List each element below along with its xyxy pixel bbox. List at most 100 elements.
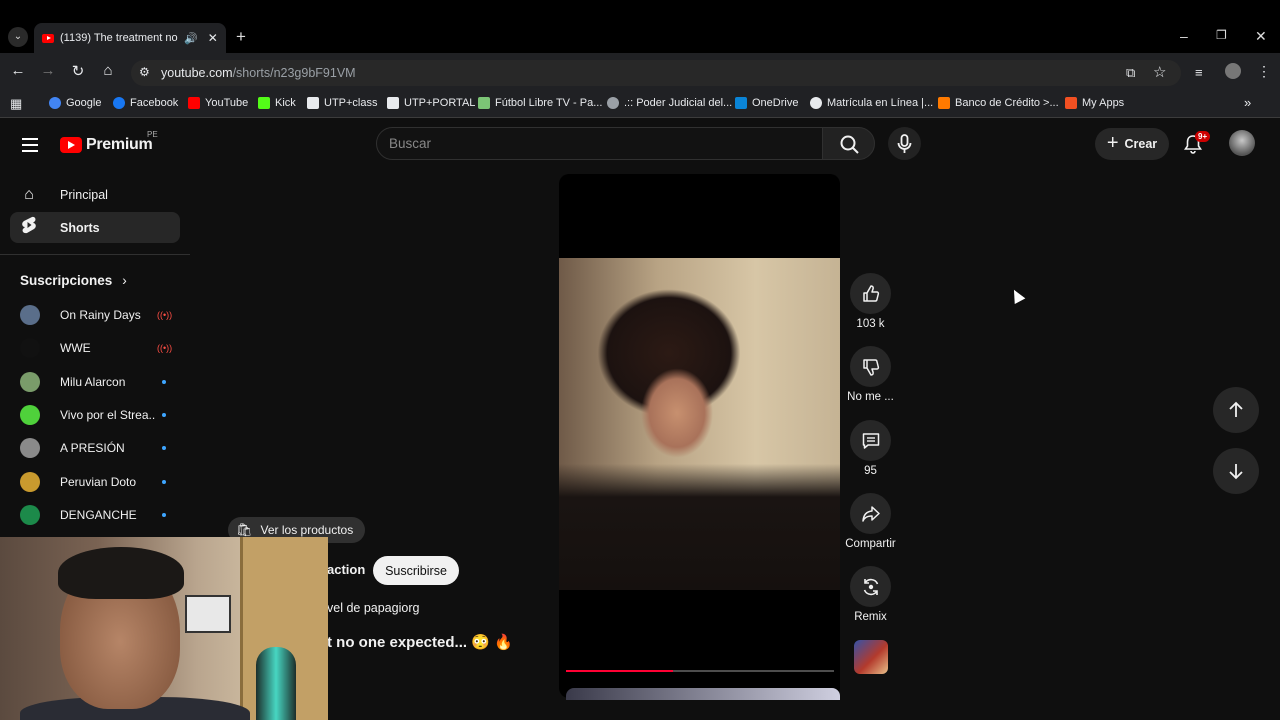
sound-attribution[interactable]: vel de papagiorg: [327, 601, 419, 615]
bookmark-label: UTP+PORTAL: [404, 97, 476, 109]
arrow-down-icon: [1229, 464, 1243, 480]
bookmark-favicon-icon: [1065, 97, 1077, 109]
subscription-item[interactable]: Vivo por el Strea...: [20, 403, 170, 427]
channel-avatar: [20, 405, 40, 425]
channel-name: Peruvian Doto: [60, 475, 137, 489]
bookmark-item[interactable]: Google: [49, 97, 101, 109]
bookmark-label: Kick: [275, 97, 296, 109]
url-host: youtube.com: [161, 66, 233, 80]
new-tab-button[interactable]: +: [236, 27, 246, 47]
subscriptions-heading[interactable]: Suscripciones ›: [20, 273, 127, 288]
kebab-menu-icon[interactable]: ⋮: [1257, 63, 1271, 80]
short-title: t no one expected... 😳 🔥: [327, 634, 513, 651]
close-window-button[interactable]: ✕: [1255, 28, 1267, 45]
bookmark-item[interactable]: Fútbol Libre TV - Pa...: [478, 97, 602, 109]
voice-search-button[interactable]: [888, 127, 921, 160]
bookmark-label: Facebook: [130, 97, 179, 109]
plus-icon: +: [1106, 131, 1119, 154]
search-placeholder: Buscar: [389, 136, 432, 151]
bookmark-item[interactable]: UTP+class: [307, 97, 378, 109]
browser-tabstrip: ⌄ (1139) The treatment no one 🔊 ✕ + – ❐ …: [0, 0, 1280, 53]
sidebar-item-principal[interactable]: ⌂ Principal: [10, 179, 180, 210]
bookmark-star-icon[interactable]: ☆: [1153, 63, 1166, 81]
channel-name[interactable]: action: [327, 562, 365, 577]
channel-name: Milu Alarcon: [60, 375, 126, 389]
bookmark-favicon-icon: [735, 97, 747, 109]
media-control-icon[interactable]: ≡: [1195, 65, 1203, 80]
channel-name: On Rainy Days: [60, 308, 141, 322]
share-label: Compartir: [845, 538, 896, 550]
subscribe-button[interactable]: Suscribirse: [373, 556, 459, 585]
home-icon[interactable]: ⌂: [98, 62, 118, 79]
hamburger-menu-icon[interactable]: [22, 138, 38, 156]
back-icon[interactable]: ←: [8, 62, 28, 79]
comment-icon: [862, 432, 879, 449]
channel-avatar: [20, 338, 40, 358]
bookmark-item[interactable]: OneDrive: [735, 97, 798, 109]
profile-icon[interactable]: [1225, 63, 1241, 79]
remix-button[interactable]: [850, 566, 891, 607]
remix-icon: [863, 578, 878, 595]
dislike-button[interactable]: [850, 346, 891, 387]
channel-avatar: [20, 438, 40, 458]
channel-avatar: [20, 505, 40, 525]
live-indicator-icon: ((•)): [157, 310, 173, 320]
close-tab-icon[interactable]: ✕: [208, 31, 218, 45]
bookmark-item[interactable]: Banco de Crédito >...: [938, 97, 1059, 109]
tab-search-button[interactable]: ⌄: [8, 27, 28, 47]
create-button[interactable]: + Crear: [1095, 128, 1169, 160]
forward-icon[interactable]: →: [38, 62, 58, 79]
next-short-button[interactable]: [1213, 448, 1259, 494]
new-content-dot-icon: [162, 413, 166, 417]
youtube-premium-logo[interactable]: Premium PE: [60, 130, 158, 154]
more-bookmarks-icon[interactable]: »: [1244, 95, 1251, 110]
previous-short-button[interactable]: [1213, 387, 1259, 433]
reload-icon[interactable]: ↻: [68, 62, 88, 80]
subscription-item[interactable]: Peruvian Doto: [20, 470, 170, 494]
bookmark-item[interactable]: Matrícula en Línea |...: [810, 97, 933, 109]
minimize-button[interactable]: –: [1180, 28, 1188, 44]
bookmark-item[interactable]: .:: Poder Judicial del...: [607, 97, 732, 109]
subscription-item[interactable]: WWE ((•)): [20, 336, 172, 360]
url-text[interactable]: youtube.com/shorts/n23g9bF91VM: [161, 66, 356, 80]
subscription-item[interactable]: DENGANCHE: [20, 503, 170, 527]
site-info-icon[interactable]: ⚙: [139, 65, 150, 79]
bookmark-favicon-icon: [810, 97, 822, 109]
channel-name: A PRESIÓN: [60, 441, 125, 455]
new-content-dot-icon: [162, 480, 166, 484]
user-avatar[interactable]: [1229, 130, 1255, 156]
search-input[interactable]: [376, 127, 823, 160]
youtube-logo-icon: [60, 137, 82, 153]
thumbs-down-icon: [862, 358, 879, 376]
bookmark-item[interactable]: Kick: [258, 97, 296, 109]
sidebar-item-shorts[interactable]: Shorts: [10, 212, 180, 243]
share-button[interactable]: [850, 493, 891, 534]
bookmark-label: Banco de Crédito >...: [955, 97, 1059, 109]
bookmark-favicon-icon: [387, 97, 399, 109]
bookmark-label: Matrícula en Línea |...: [827, 97, 934, 109]
install-app-icon[interactable]: ⧉: [1126, 65, 1135, 81]
sound-thumbnail[interactable]: [854, 640, 888, 674]
speaker-icon[interactable]: 🔊: [184, 32, 198, 45]
sidebar-item-label: Shorts: [60, 220, 100, 235]
subscription-item[interactable]: Milu Alarcon: [20, 370, 170, 394]
channel-avatar: [20, 372, 40, 392]
shorts-video-player[interactable]: [559, 174, 840, 698]
search-button[interactable]: [822, 127, 875, 160]
comments-button[interactable]: [850, 420, 891, 461]
bookmark-item[interactable]: My Apps: [1065, 97, 1124, 109]
channel-name: Vivo por el Strea...: [60, 408, 156, 422]
bookmark-label: UTP+class: [324, 97, 378, 109]
restore-button[interactable]: ❐: [1216, 28, 1227, 42]
new-content-dot-icon: [162, 513, 166, 517]
like-button[interactable]: [850, 273, 891, 314]
bookmark-item[interactable]: Facebook: [113, 97, 178, 109]
bookmark-item[interactable]: YouTube: [188, 97, 248, 109]
subscription-item[interactable]: On Rainy Days ((•)): [20, 303, 173, 327]
apps-grid-icon[interactable]: ▦: [10, 96, 22, 112]
channel-avatar: [20, 472, 40, 492]
country-code: PE: [147, 130, 158, 139]
browser-tab[interactable]: (1139) The treatment no one 🔊 ✕: [34, 23, 226, 53]
subscription-item[interactable]: A PRESIÓN: [20, 436, 170, 460]
bookmark-item[interactable]: UTP+PORTAL: [387, 97, 475, 109]
